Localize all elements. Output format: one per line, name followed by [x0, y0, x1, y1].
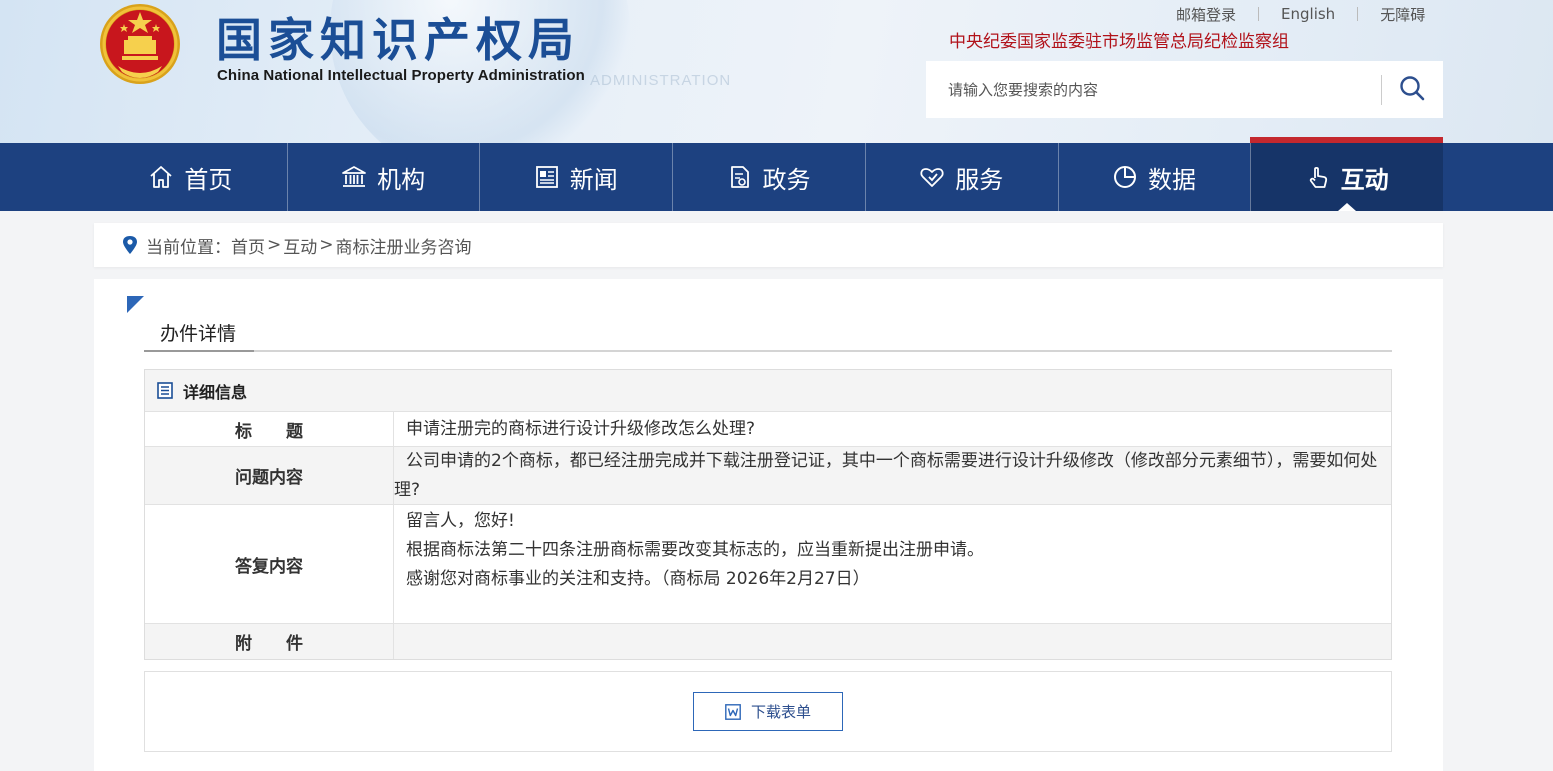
nav-item-institution[interactable]: 机构 [286, 143, 480, 211]
location-pin-icon [122, 235, 138, 255]
institution-icon [341, 164, 367, 190]
divider [1357, 7, 1359, 21]
attachment-value [394, 624, 1391, 659]
nav-item-label: 政务 [762, 165, 811, 194]
search-icon [1399, 75, 1425, 105]
detail-header: 详细信息 [145, 370, 1391, 412]
nav-item-data[interactable]: 数据 [1057, 143, 1251, 211]
breadcrumb: 当前位置： 首页 > 互动 > 商标注册业务咨询 [94, 223, 1443, 267]
attachment-label: 附 件 [145, 624, 394, 659]
detail-header-title: 详细信息 [183, 382, 248, 402]
breadcrumb-home[interactable]: 首页 [231, 233, 265, 258]
search-input[interactable] [926, 61, 1381, 118]
nav-item-home[interactable]: 首页 [94, 143, 287, 211]
breadcrumb-interaction[interactable]: 互动 [283, 233, 317, 258]
document-icon [727, 164, 753, 190]
answer-line: 感谢您对商标事业的关注和支持。（商标局 2026年2月27日） [406, 569, 870, 589]
supervision-link[interactable]: 中央纪委国家监委驻市场监管总局纪检监察组 [949, 27, 1289, 52]
answer-label: 答复内容 [145, 505, 394, 623]
title-label: 标 题 [145, 412, 394, 446]
breadcrumb-separator: > [267, 235, 282, 255]
nav-item-label: 首页 [184, 165, 233, 194]
title-value: 申请注册完的商标进行设计升级修改怎么处理? [406, 418, 756, 439]
nav-item-label: 服务 [955, 165, 1004, 194]
detail-row-question: 问题内容 公司申请的2个商标，都已经注册完成并下载注册登记证，其中一个商标需要进… [145, 447, 1391, 505]
mail-login-link[interactable]: 邮箱登录 [1176, 4, 1236, 25]
answer-value: 留言人，您好! 根据商标法第二十四条注册商标需要改变其标志的，应当重新提出注册申… [394, 505, 1391, 623]
section-tab-bar: 办件详情 [144, 319, 1392, 352]
nav-item-label: 互动 [1340, 165, 1389, 194]
nav-item-news[interactable]: 新闻 [479, 143, 672, 211]
answer-line: 根据商标法第二十四条注册商标需要改变其标志的，应当重新提出注册申请。 [406, 540, 984, 560]
list-document-icon [157, 382, 173, 399]
question-value: 公司申请的2个商标，都已经注册完成并下载注册登记证，其中一个商标需要进行设计升级… [394, 447, 1391, 504]
download-area: 下载表单 [144, 671, 1392, 752]
main-nav: 首页 机构 新闻 政务 服务 数据 互动 [0, 137, 1553, 211]
detail-table: 详细信息 标 题 申请注册完的商标进行设计升级修改怎么处理? 问题内容 公司申请… [144, 369, 1392, 660]
news-icon [534, 164, 560, 190]
heart-hand-icon [919, 164, 945, 190]
breadcrumb-current[interactable]: 商标注册业务咨询 [336, 233, 472, 258]
nav-item-label: 数据 [1147, 165, 1196, 194]
word-doc-icon [725, 703, 741, 720]
nav-item-label: 机构 [377, 165, 426, 194]
detail-row-attachment: 附 件 [145, 624, 1391, 659]
question-label: 问题内容 [145, 447, 394, 504]
corner-mark-icon [127, 296, 144, 313]
home-icon [148, 164, 174, 190]
detail-row-answer: 答复内容 留言人，您好! 根据商标法第二十四条注册商标需要改变其标志的，应当重新… [145, 505, 1391, 624]
content-panel: 办件详情 详细信息 标 题 申请注册完的商标进行设计升级修改怎么处理? 问题内容… [94, 279, 1443, 771]
nav-item-interaction[interactable]: 互动 [1250, 137, 1444, 211]
nav-item-services[interactable]: 服务 [864, 143, 1058, 211]
active-caret [1337, 203, 1356, 211]
accessibility-link[interactable]: 无障碍 [1380, 4, 1425, 25]
answer-line: 留言人，您好! [406, 511, 515, 531]
header-watermark-text: ADMINISTRATION [590, 72, 732, 89]
english-link[interactable]: English [1281, 5, 1335, 23]
download-form-button[interactable]: 下载表单 [693, 692, 843, 731]
detail-row-title: 标 题 申请注册完的商标进行设计升级修改怎么处理? [145, 412, 1391, 447]
top-links: 邮箱登录 English 无障碍 [1176, 4, 1425, 24]
site-subtitle: China National Intellectual Property Adm… [217, 67, 585, 84]
divider [1258, 7, 1260, 21]
tab-case-details[interactable]: 办件详情 [144, 319, 254, 352]
national-emblem-icon[interactable] [98, 2, 182, 86]
site-title[interactable]: 国家知识产权局 [216, 4, 580, 70]
site-header: ADMINISTRATION 国家知识产权局 China National In… [0, 0, 1553, 143]
search-box [926, 61, 1443, 118]
search-button[interactable] [1382, 61, 1442, 118]
breadcrumb-prefix: 当前位置： [146, 237, 231, 258]
touch-icon [1305, 164, 1331, 190]
nav-item-government-affairs[interactable]: 政务 [672, 143, 865, 211]
pie-chart-icon [1112, 164, 1138, 190]
download-form-label: 下载表单 [750, 703, 811, 721]
breadcrumb-separator: > [319, 235, 334, 255]
nav-item-label: 新闻 [569, 165, 618, 194]
